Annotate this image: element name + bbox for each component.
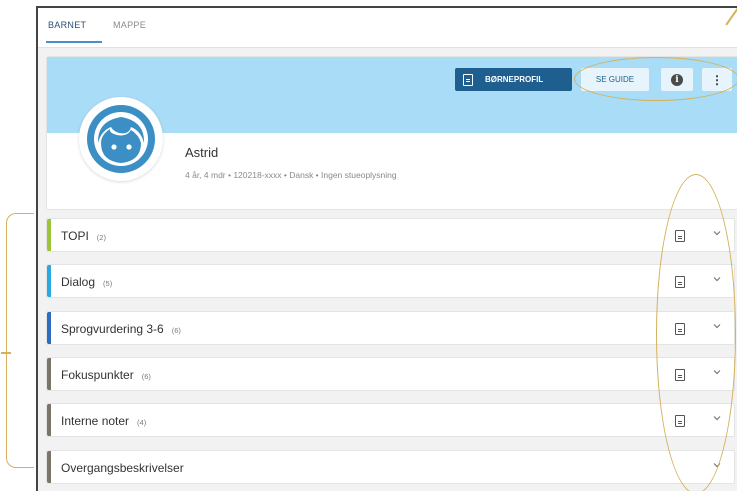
section-label: Fokuspunkter (6) [61,368,151,382]
section-color-bar [47,312,51,344]
child-name: Astrid [185,145,219,160]
tab-mappe[interactable]: MAPPE [113,20,146,30]
section-label: Dialog (5) [61,275,113,289]
child-avatar-icon [87,105,155,173]
section-label: Interne noter (4) [61,414,147,428]
section-sprogvurdering[interactable]: Sprogvurdering 3-6 (6) [46,311,735,345]
child-profile-button[interactable]: BØRNEPROFIL [455,68,572,91]
child-profile-card: BØRNEPROFIL SE GUIDE i ⋮ Astrid 4 år, 4 … [46,56,737,210]
section-color-bar [47,358,51,390]
section-color-bar [47,265,51,297]
annotation-ellipse-icons [656,174,736,491]
section-label: Sprogvurdering 3-6 (6) [61,322,181,336]
section-label: TOPI (2) [61,229,106,243]
section-color-bar [47,451,51,483]
child-meta: 4 år, 4 mdr • 120218-xxxx • Dansk • Inge… [185,170,397,180]
section-overgangsbeskrivelser[interactable]: Overgangsbeskrivelser [46,450,735,484]
section-dialog[interactable]: Dialog (5) [46,264,735,298]
annotation-bracket [1,213,34,468]
section-label: Overgangsbeskrivelser [61,461,184,475]
section-fokuspunkter[interactable]: Fokuspunkter (6) [46,357,735,391]
section-color-bar [47,404,51,436]
section-interne-noter[interactable]: Interne noter (4) [46,403,735,437]
tab-barnet[interactable]: BARNET [48,20,86,30]
tab-bar: BARNET MAPPE [38,8,737,48]
child-profile-button-label: BØRNEPROFIL [485,75,544,84]
active-tab-indicator [46,41,102,43]
section-color-bar [47,219,51,251]
document-icon [463,73,473,86]
avatar [79,97,163,181]
section-topi[interactable]: TOPI (2) [46,218,735,252]
app-frame: BARNET MAPPE BØRNEPROFIL SE GUIDE i ⋮ As… [36,6,737,491]
annotation-ellipse-buttons [574,57,737,101]
annotation-bracket-tick [1,352,11,354]
